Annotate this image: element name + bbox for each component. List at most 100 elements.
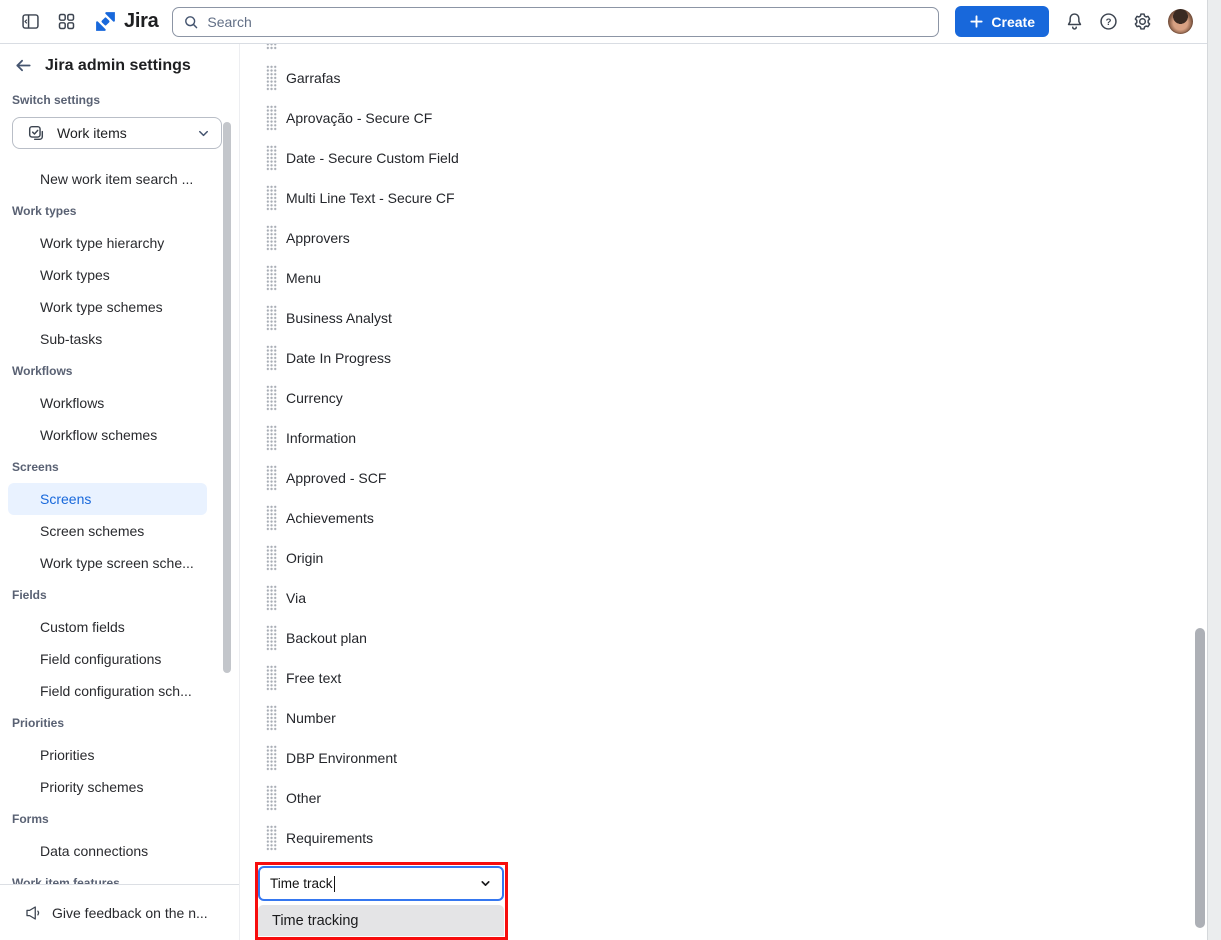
drag-handle-icon[interactable] (266, 465, 277, 491)
field-label: Garrafas (286, 70, 340, 86)
field-row[interactable]: Requirements (241, 818, 1193, 858)
sidebar-item[interactable]: New work item search ... (8, 163, 207, 195)
window-scrollbar-track[interactable] (1207, 0, 1221, 940)
drag-handle-icon[interactable] (266, 545, 277, 571)
drag-handle-icon[interactable] (266, 505, 277, 531)
sidebar-item[interactable]: Work type hierarchy (8, 227, 207, 259)
drag-handle-icon[interactable] (266, 265, 277, 291)
drag-handle-icon[interactable] (266, 785, 277, 811)
drag-handle-icon[interactable] (266, 225, 277, 251)
drag-handle-icon[interactable] (266, 825, 277, 851)
drag-handle-icon[interactable] (266, 105, 277, 131)
back-button[interactable] (14, 56, 33, 75)
help-button[interactable]: ? (1091, 5, 1125, 39)
sidebar-scrollbar-thumb[interactable] (223, 122, 231, 673)
field-row[interactable]: DBP Environment (241, 738, 1193, 778)
sidebar-item[interactable]: Work type schemes (8, 291, 207, 323)
field-label: Requirements (286, 830, 373, 846)
sidebar-item[interactable]: Workflow schemes (8, 419, 207, 451)
sidebar-item[interactable]: Work type screen sche... (8, 547, 207, 579)
drag-handle-icon[interactable] (266, 305, 277, 331)
main-scrollbar-thumb[interactable] (1195, 628, 1205, 928)
field-label: Approvers (286, 230, 350, 246)
sidebar-section-heading: Screens (0, 451, 240, 483)
drag-handle-icon[interactable] (266, 745, 277, 771)
sidebar-item[interactable]: Work types (8, 259, 207, 291)
drag-handle-icon[interactable] (266, 345, 277, 371)
sidebar-item[interactable]: Priority schemes (8, 771, 207, 803)
drag-handle-icon[interactable] (266, 665, 277, 691)
notifications-button[interactable] (1057, 5, 1091, 39)
field-row[interactable]: Origin (241, 538, 1193, 578)
field-row[interactable]: Aprovação - Secure CF (241, 98, 1193, 138)
avatar[interactable] (1168, 9, 1193, 34)
megaphone-icon (24, 904, 42, 922)
admin-settings-sidebar: Jira admin settings Switch settings Work… (0, 44, 240, 940)
sidebar-item[interactable]: Screen schemes (8, 515, 207, 547)
sidebar-section-heading: Fields (0, 579, 240, 611)
field-row[interactable]: Multi Line Text - Secure CF (241, 178, 1193, 218)
collapse-sidebar-icon (20, 11, 41, 32)
sidebar-item[interactable]: Priorities (8, 739, 207, 771)
field-label: Information (286, 430, 356, 446)
collapse-sidebar-button[interactable] (14, 6, 46, 38)
annotation-red-box: Time track Time tracking (255, 862, 508, 940)
field-row-partial-drag-handle-icon[interactable] (266, 44, 277, 50)
field-row[interactable]: Approved - SCF (241, 458, 1193, 498)
field-row[interactable]: Free text (241, 658, 1193, 698)
drag-handle-icon[interactable] (266, 705, 277, 731)
field-row[interactable]: Via (241, 578, 1193, 618)
add-field-combobox[interactable]: Time track (258, 866, 504, 901)
field-row[interactable]: Backout plan (241, 618, 1193, 658)
create-button[interactable]: Create (955, 6, 1049, 37)
field-row[interactable]: Currency (241, 378, 1193, 418)
chevron-down-icon (479, 877, 492, 890)
settings-button[interactable] (1125, 5, 1159, 39)
field-row[interactable]: Number (241, 698, 1193, 738)
sidebar-item[interactable]: Screens (8, 483, 207, 515)
global-search[interactable] (172, 7, 939, 37)
sidebar-item[interactable]: Sub-tasks (8, 323, 207, 355)
field-row[interactable]: Menu (241, 258, 1193, 298)
field-row[interactable]: Date - Secure Custom Field (241, 138, 1193, 178)
app-switcher-icon (56, 11, 77, 32)
sidebar-item[interactable]: Workflows (8, 387, 207, 419)
field-row[interactable]: Other (241, 778, 1193, 818)
drag-handle-icon[interactable] (266, 585, 277, 611)
search-icon (183, 14, 199, 30)
drag-handle-icon[interactable] (266, 385, 277, 411)
sidebar-item[interactable]: Data connections (8, 835, 207, 867)
sidebar-section-heading: Workflows (0, 355, 240, 387)
plus-icon (969, 14, 984, 29)
app-switcher-button[interactable] (50, 6, 82, 38)
field-label: Via (286, 590, 306, 606)
field-row[interactable]: Date In Progress (241, 338, 1193, 378)
drag-handle-icon[interactable] (266, 625, 277, 651)
field-row[interactable]: Business Analyst (241, 298, 1193, 338)
field-row[interactable]: Achievements (241, 498, 1193, 538)
sidebar-item[interactable]: Custom fields (8, 611, 207, 643)
sidebar-section-heading: Work types (0, 195, 240, 227)
drag-handle-icon[interactable] (266, 425, 277, 451)
field-label: Approved - SCF (286, 470, 386, 486)
field-label: DBP Environment (286, 750, 397, 766)
sidebar-item[interactable]: Field configurations (8, 643, 207, 675)
search-input[interactable] (207, 14, 938, 30)
jira-logo[interactable]: Jira (94, 10, 158, 33)
feedback-button[interactable]: Give feedback on the n... (0, 884, 240, 940)
field-label: Date In Progress (286, 350, 391, 366)
field-list: Garrafas Aprovação - Secure CF Date - Se… (241, 44, 1193, 858)
sidebar-item[interactable]: Field configuration sch... (8, 675, 207, 707)
page-title: Jira admin settings (45, 57, 191, 75)
drag-handle-icon[interactable] (266, 185, 277, 211)
field-row[interactable]: Approvers (241, 218, 1193, 258)
combobox-option[interactable]: Time tracking (258, 905, 504, 936)
drag-handle-icon[interactable] (266, 145, 277, 171)
field-row[interactable]: Information (241, 418, 1193, 458)
settings-switcher[interactable]: Work items (12, 117, 222, 149)
combobox-value: Time track (270, 876, 333, 891)
drag-handle-icon[interactable] (266, 65, 277, 91)
field-row[interactable]: Garrafas (241, 58, 1193, 98)
work-items-icon (27, 124, 45, 142)
field-label: Menu (286, 270, 321, 286)
